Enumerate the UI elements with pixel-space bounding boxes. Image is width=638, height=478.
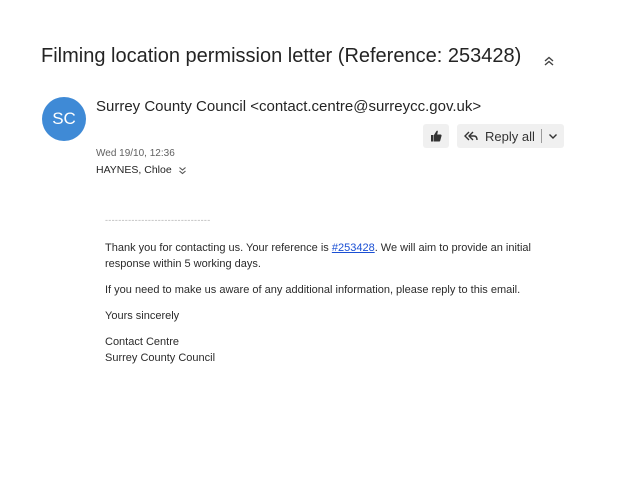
signature: Contact Centre Surrey County Council — [105, 334, 575, 366]
recipient-name[interactable]: HAYNES, Chloe — [96, 164, 172, 176]
thumbs-up-icon — [431, 130, 442, 142]
body-paragraph-2: If you need to make us aware of any addi… — [105, 284, 521, 296]
body-text: Thank you for contacting us. Your refere… — [105, 242, 332, 254]
avatar-initials: SC — [52, 109, 76, 128]
expand-recipients-button[interactable] — [178, 166, 187, 175]
message-actions: Reply all — [423, 124, 564, 148]
reply-all-label: Reply all — [485, 128, 535, 144]
reply-all-button[interactable]: Reply all — [463, 129, 535, 144]
chevron-double-down-icon — [178, 166, 186, 174]
collapse-button[interactable] — [539, 51, 559, 71]
reply-all-group: Reply all — [457, 124, 564, 148]
like-button[interactable] — [423, 124, 449, 148]
separator-dashes: -------------------------------- — [105, 215, 211, 225]
recipient-line: HAYNES, Chloe — [96, 164, 187, 176]
signature-line: Contact Centre — [105, 336, 179, 348]
reply-options-button[interactable] — [548, 131, 558, 141]
avatar[interactable]: SC — [42, 97, 86, 141]
signature-line: Surrey County Council — [105, 352, 216, 364]
chevron-down-icon — [548, 134, 557, 139]
divider — [540, 129, 542, 143]
message-body: -------------------------------- Thank y… — [105, 212, 575, 376]
body-paragraph-1: Thank you for contacting us. Your refere… — [105, 240, 575, 272]
sent-date: Wed 19/10, 12:36 — [96, 148, 175, 159]
body-paragraph-3: Yours sincerely — [105, 310, 180, 322]
reply-all-icon — [464, 131, 478, 141]
sender-name[interactable]: Surrey County Council <contact.centre@su… — [96, 98, 481, 115]
reference-link[interactable]: #253428 — [332, 242, 375, 254]
email-subject: Filming location permission letter (Refe… — [41, 45, 522, 67]
chevron-double-up-icon — [544, 56, 554, 66]
